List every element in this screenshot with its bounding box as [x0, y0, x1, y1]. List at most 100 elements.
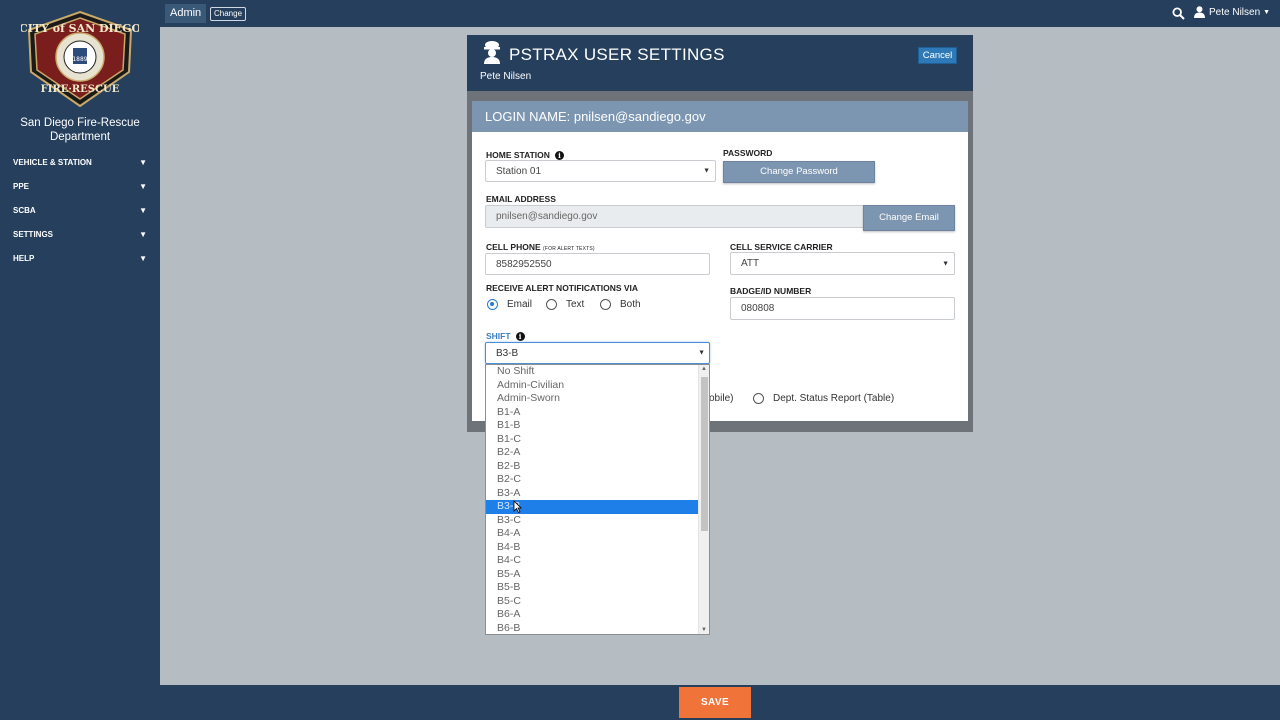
shift-label: SHIFT i [486, 331, 525, 341]
department-name-line2: Department [49, 131, 111, 143]
info-icon[interactable]: i [515, 332, 525, 341]
shift-option[interactable]: B6-A [486, 608, 698, 622]
department-name-line1: San Diego Fire-Rescue [20, 117, 140, 129]
shift-option[interactable]: B4-C [486, 554, 698, 568]
sidebar-item-label: SCBA [13, 205, 36, 215]
change-password-button[interactable]: Change Password [723, 161, 875, 183]
email-label: EMAIL ADDRESS [486, 194, 556, 204]
badge-input[interactable]: 080808 [730, 297, 955, 320]
password-label: PASSWORD [723, 148, 773, 158]
department-name: San Diego Fire-Rescue Department [0, 116, 160, 144]
radio-unselected-icon [600, 299, 611, 310]
shift-value: B3-B [496, 347, 519, 359]
email-value: pnilsen@sandiego.gov [496, 211, 598, 222]
shift-option[interactable]: B1-C [486, 433, 698, 447]
shift-option[interactable]: B1-A [486, 406, 698, 420]
carrier-value: ATT [741, 258, 760, 269]
chevron-down-icon: ▼ [139, 205, 147, 215]
home-station-select[interactable]: Station 01 ▼ [485, 160, 716, 182]
user-name: Pete Nilsen [1209, 6, 1261, 18]
cell-phone-label-text: CELL PHONE [486, 242, 541, 252]
chevron-down-icon: ▼ [139, 253, 147, 263]
info-icon[interactable]: i [554, 151, 564, 160]
shift-option[interactable]: B4-B [486, 541, 698, 555]
carrier-label: CELL SERVICE CARRIER [730, 242, 833, 252]
scroll-down-icon[interactable]: ▼ [699, 627, 709, 633]
shift-option[interactable]: No Shift [486, 365, 698, 379]
sidebar-item-label: SETTINGS [13, 229, 54, 239]
alert-text-radio[interactable]: Text [546, 299, 584, 310]
sidebar-nav: VEHICLE & STATION ▼ PPE ▼ SCBA ▼ SETTING… [0, 150, 160, 270]
mouse-cursor-icon [513, 500, 522, 513]
login-name-bar: LOGIN NAME: pnilsen@sandiego.gov [472, 101, 968, 132]
shift-option[interactable]: Admin-Sworn [486, 392, 698, 406]
partial-label: obile) [709, 393, 734, 404]
role-label: Admin [165, 4, 207, 23]
alert-both-radio[interactable]: Both [600, 299, 641, 310]
scrollbar-thumb[interactable] [701, 377, 708, 531]
dept-status-report-radio[interactable]: Dept. Status Report (Table) [753, 393, 894, 404]
shift-option[interactable]: B4-A [486, 527, 698, 541]
shift-option[interactable]: B6-B [486, 622, 698, 635]
cell-phone-hint: (FOR ALERT TEXTS) [543, 246, 595, 252]
chevron-down-icon: ▼ [139, 181, 147, 191]
sidebar-item-vehicle-station[interactable]: VEHICLE & STATION ▼ [0, 150, 160, 174]
cell-phone-label: CELL PHONE (FOR ALERT TEXTS) [486, 242, 595, 252]
firefighter-icon [484, 41, 500, 64]
dropdown-scrollbar[interactable]: ▲ ▼ [698, 365, 709, 634]
alert-email-radio[interactable]: Email [487, 299, 532, 310]
shift-option[interactable]: B5-B [486, 581, 698, 595]
search-icon[interactable] [1172, 7, 1185, 20]
user-menu[interactable]: Pete Nilsen ▼ [1194, 6, 1270, 18]
radio-unselected-icon [546, 299, 557, 310]
home-station-label-text: HOME STATION [486, 150, 550, 160]
modal-title: PSTRAX USER SETTINGS [509, 45, 725, 64]
shift-option[interactable]: B2-A [486, 446, 698, 460]
top-bar: Admin Change Pete Nilsen ▼ [160, 0, 1280, 27]
radio-selected-icon [487, 299, 498, 310]
sidebar-item-settings[interactable]: SETTINGS ▼ [0, 222, 160, 246]
shift-option[interactable]: B3-A [486, 487, 698, 501]
cell-phone-input[interactable]: 8582952550 [485, 253, 710, 275]
caret-down-icon: ▼ [698, 349, 705, 357]
modal-header: PSTRAX USER SETTINGS Pete Nilsen Cancel [467, 35, 973, 91]
scroll-up-icon[interactable]: ▲ [699, 366, 709, 372]
alert-both-label: Both [620, 299, 641, 310]
chevron-down-icon: ▼ [139, 229, 147, 239]
caret-down-icon: ▼ [703, 167, 710, 175]
shift-select[interactable]: B3-B ▼ [485, 342, 710, 364]
sidebar: 1889 CITY of SAN DIEGO FIRE·RESCUE San D… [0, 0, 160, 720]
shift-option[interactable]: B2-C [486, 473, 698, 487]
sidebar-item-label: PPE [13, 181, 30, 191]
email-field: pnilsen@sandiego.gov [485, 205, 865, 228]
badge-label: BADGE/ID NUMBER [730, 286, 812, 296]
alert-email-label: Email [507, 299, 533, 310]
svg-text:1889: 1889 [72, 56, 87, 63]
alerts-label: RECEIVE ALERT NOTIFICATIONS VIA [486, 283, 639, 293]
cell-phone-value: 8582952550 [496, 258, 552, 270]
user-icon [1194, 6, 1205, 18]
sidebar-item-scba[interactable]: SCBA ▼ [0, 198, 160, 222]
sidebar-item-label: VEHICLE & STATION [13, 157, 92, 167]
carrier-select[interactable]: ATT ▼ [730, 252, 955, 275]
sidebar-item-ppe[interactable]: PPE ▼ [0, 174, 160, 198]
badge-value: 080808 [741, 303, 775, 314]
change-email-button[interactable]: Change Email [863, 205, 955, 231]
shift-option[interactable]: B3-C [486, 514, 698, 528]
sidebar-item-label: HELP [13, 253, 35, 263]
caret-down-icon: ▼ [1263, 8, 1271, 16]
save-button[interactable]: SAVE [679, 687, 751, 718]
cancel-button[interactable]: Cancel [918, 47, 957, 64]
san-diego-fire-rescue-logo: 1889 CITY of SAN DIEGO FIRE·RESCUE [21, 10, 139, 108]
svg-text:FIRE·RESCUE: FIRE·RESCUE [41, 84, 120, 95]
shift-option[interactable]: Admin-Civilian [486, 379, 698, 393]
caret-down-icon: ▼ [942, 260, 949, 267]
shift-option[interactable]: B5-C [486, 595, 698, 609]
shift-option[interactable]: B2-B [486, 460, 698, 474]
home-station-label: HOME STATION i [486, 150, 564, 160]
shift-option[interactable]: B5-A [486, 568, 698, 582]
change-role-button[interactable]: Change [210, 7, 247, 21]
shift-label-text: SHIFT [486, 331, 511, 341]
sidebar-item-help[interactable]: HELP ▼ [0, 246, 160, 270]
shift-option[interactable]: B1-B [486, 419, 698, 433]
